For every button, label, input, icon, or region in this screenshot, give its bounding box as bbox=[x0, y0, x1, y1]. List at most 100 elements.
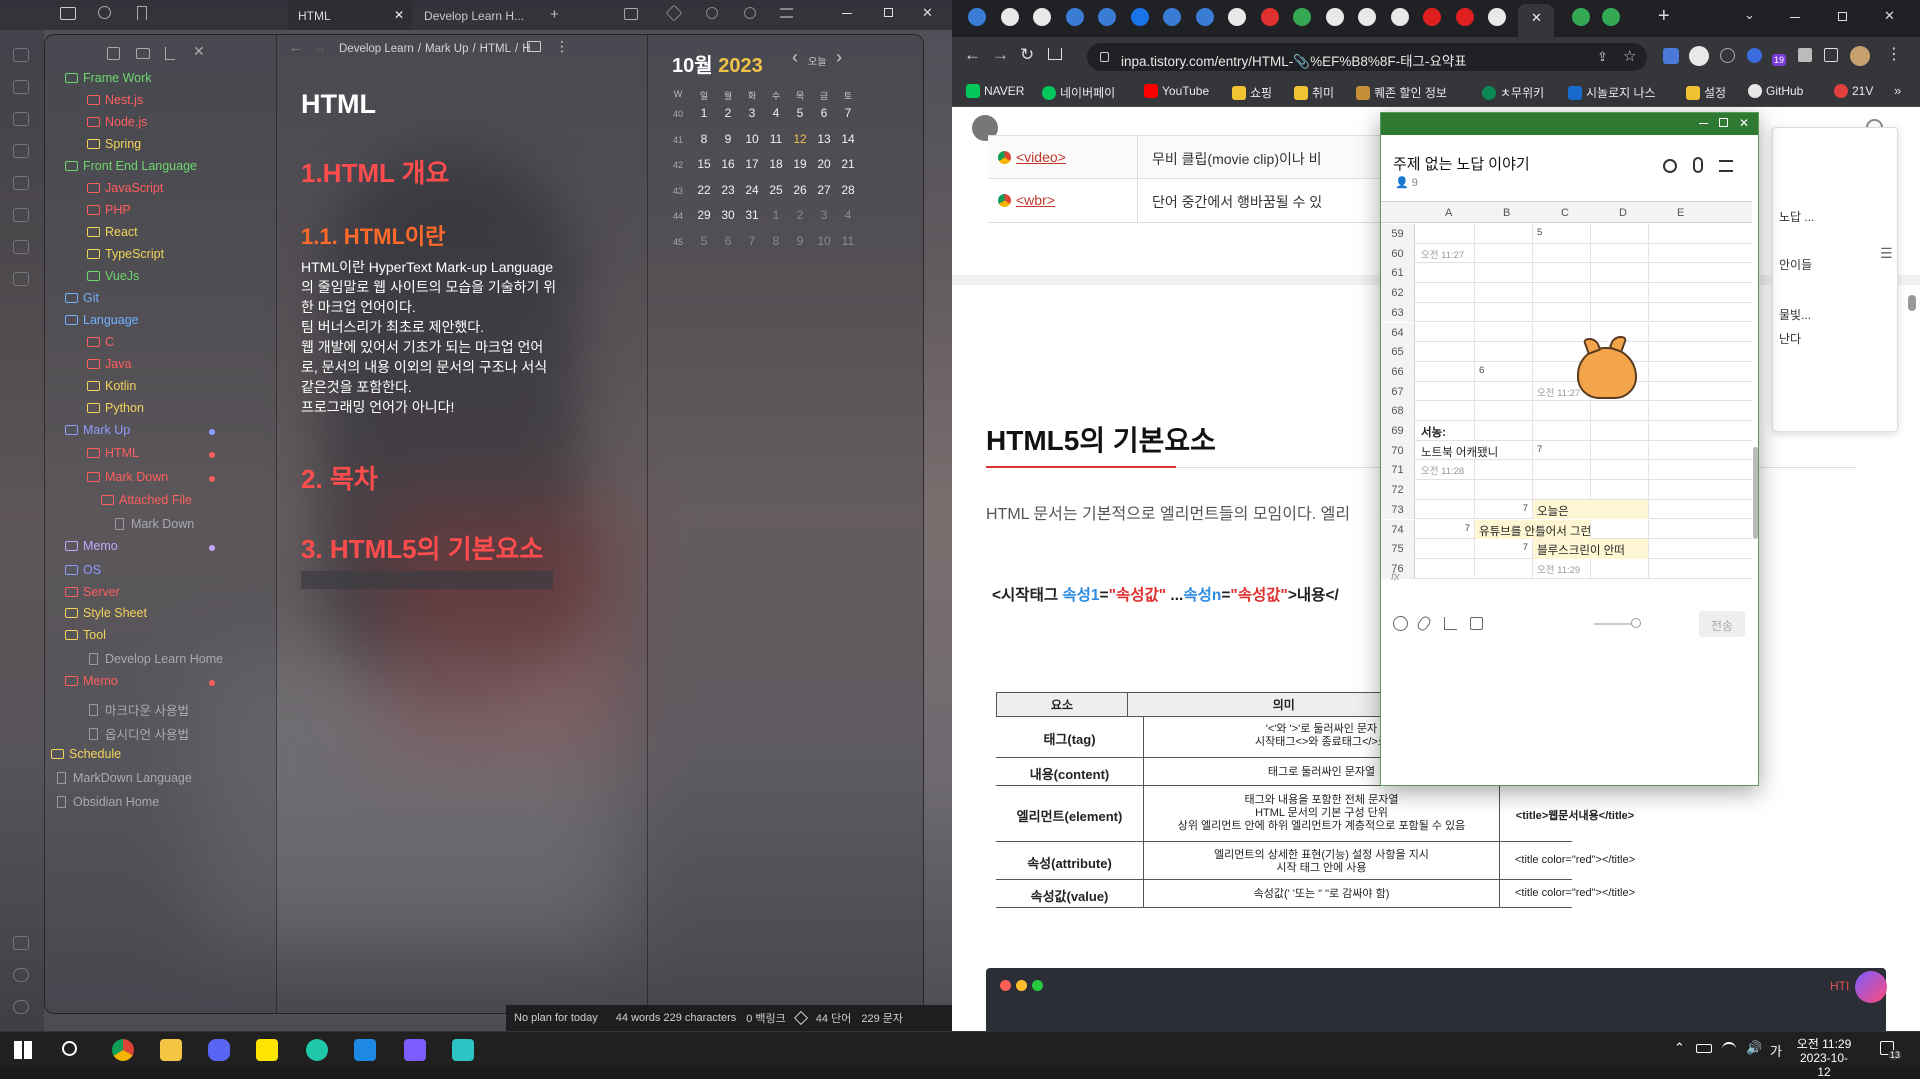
extension-icon[interactable] bbox=[1720, 48, 1735, 63]
tree-folder[interactable]: Git bbox=[65, 291, 99, 305]
profile-extension-icon[interactable] bbox=[1689, 46, 1709, 66]
calendar-day[interactable]: 27 bbox=[812, 183, 836, 197]
tree-folder[interactable]: Kotlin bbox=[87, 379, 136, 393]
tree-folder[interactable]: Language bbox=[65, 313, 139, 327]
tree-folder[interactable]: Java bbox=[87, 357, 131, 371]
obsidian-taskbar-icon[interactable] bbox=[404, 1039, 426, 1061]
calendar-day[interactable]: 7 bbox=[836, 106, 860, 120]
tree-folder[interactable]: Frame Work bbox=[65, 71, 152, 85]
breadcrumb-item[interactable]: Develop Learn bbox=[339, 43, 414, 55]
tree-folder[interactable]: C bbox=[87, 335, 114, 349]
calendar-day[interactable]: 9 bbox=[788, 234, 812, 248]
calendar-day[interactable]: 30 bbox=[716, 208, 740, 222]
calendar-day[interactable]: 5 bbox=[788, 106, 812, 120]
cursor-line[interactable] bbox=[301, 571, 553, 589]
app-taskbar-icon[interactable] bbox=[306, 1039, 328, 1061]
speaker-icon[interactable] bbox=[1470, 617, 1483, 630]
tab-develop-learn[interactable]: Develop Learn H... bbox=[414, 0, 544, 30]
calendar-day[interactable]: 9 bbox=[716, 132, 740, 146]
tree-folder[interactable]: Schedule bbox=[51, 747, 121, 761]
search-icon[interactable] bbox=[1663, 159, 1677, 173]
document-icon[interactable] bbox=[13, 272, 29, 286]
tab-favicon-icon[interactable] bbox=[1390, 8, 1409, 26]
history-icon[interactable] bbox=[744, 7, 756, 19]
new-note-icon[interactable] bbox=[107, 47, 120, 60]
tab-html[interactable]: HTML ✕ bbox=[288, 0, 412, 30]
maximize-icon[interactable] bbox=[1719, 118, 1728, 127]
discord-taskbar-icon[interactable] bbox=[208, 1039, 230, 1061]
settings-icon[interactable] bbox=[13, 1000, 29, 1014]
tree-file[interactable]: 마크다운 사용법 bbox=[89, 700, 189, 719]
avatar[interactable] bbox=[1850, 46, 1870, 66]
tab-favicon-icon[interactable] bbox=[1228, 8, 1246, 26]
pen-icon[interactable] bbox=[665, 4, 683, 22]
breadcrumb-item[interactable]: HTML bbox=[480, 43, 511, 55]
tree-folder[interactable]: JavaScript bbox=[87, 181, 163, 195]
chrome-menu-icon[interactable]: ⋮ bbox=[1886, 44, 1902, 64]
windows-start-icon[interactable] bbox=[14, 1041, 32, 1059]
minimize-icon[interactable] bbox=[842, 13, 852, 14]
calendar-day[interactable]: 11 bbox=[836, 234, 860, 248]
bookmark-youtube[interactable]: YouTube bbox=[1144, 84, 1209, 98]
emoji-icon[interactable] bbox=[1393, 616, 1408, 631]
help-icon[interactable] bbox=[13, 968, 29, 982]
new-tab-icon[interactable]: + bbox=[550, 6, 559, 23]
minimize-icon[interactable] bbox=[1790, 17, 1800, 18]
tab-favicon-icon[interactable] bbox=[1488, 8, 1506, 26]
calendar-day[interactable]: 8 bbox=[692, 132, 716, 146]
tree-folder[interactable]: Memo bbox=[65, 674, 118, 688]
list-icon[interactable]: ☰ bbox=[1880, 245, 1893, 262]
tree-folder[interactable]: Front End Language bbox=[65, 159, 197, 173]
tree-file[interactable]: 옵시디언 사용법 bbox=[89, 724, 189, 743]
scrollbar-thumb[interactable] bbox=[1908, 295, 1916, 311]
maximize-icon[interactable] bbox=[884, 8, 893, 17]
ime-indicator[interactable]: 가 bbox=[1770, 1041, 1782, 1060]
calendar-day[interactable]: 18 bbox=[764, 157, 788, 171]
notification-count[interactable]: 13 bbox=[1888, 1050, 1903, 1060]
search-icon[interactable] bbox=[98, 6, 111, 19]
tag-link[interactable]: <video> bbox=[1016, 149, 1066, 165]
tree-folder[interactable]: Mark Up bbox=[65, 423, 130, 437]
calendar-day[interactable]: 10 bbox=[740, 132, 764, 146]
calendar-day[interactable]: 15 bbox=[692, 157, 716, 171]
tab-favicon-icon[interactable] bbox=[968, 8, 986, 26]
tree-file[interactable]: Develop Learn Home bbox=[89, 652, 223, 666]
tree-folder[interactable]: Style Sheet bbox=[65, 606, 147, 620]
tree-folder[interactable]: Node.js bbox=[87, 115, 147, 129]
calendar-day[interactable]: 17 bbox=[740, 157, 764, 171]
terminal-icon[interactable] bbox=[13, 208, 29, 222]
calendar-day[interactable]: 13 bbox=[812, 132, 836, 146]
clock-time[interactable]: 오전 11:29 bbox=[1796, 1035, 1852, 1052]
app-taskbar-icon[interactable] bbox=[452, 1039, 474, 1061]
calendar-day[interactable]: 25 bbox=[764, 183, 788, 197]
share-icon[interactable]: ⇪ bbox=[1597, 49, 1608, 65]
calendar-day[interactable]: 1 bbox=[764, 208, 788, 222]
collapse-icon[interactable]: ✕ bbox=[193, 43, 205, 60]
calendar-day[interactable]: 20 bbox=[812, 157, 836, 171]
tree-folder[interactable]: Mark Down bbox=[87, 470, 168, 484]
breadcrumb-item[interactable]: Mark Up bbox=[425, 43, 468, 55]
close-window-icon[interactable]: ✕ bbox=[1739, 116, 1749, 130]
calendar-icon[interactable] bbox=[13, 144, 29, 158]
tab-favicon-icon[interactable] bbox=[1163, 8, 1181, 26]
tab-favicon-icon[interactable] bbox=[1293, 8, 1311, 26]
tab-favicon-icon[interactable] bbox=[1455, 8, 1474, 26]
status-backlinks[interactable]: 0 백링크 bbox=[746, 1010, 786, 1026]
check-extension-icon[interactable] bbox=[1747, 48, 1762, 63]
back-icon[interactable]: ← bbox=[964, 45, 981, 65]
tree-file[interactable]: MarkDown Language bbox=[57, 771, 192, 785]
tab-favicon-icon[interactable] bbox=[1000, 8, 1019, 26]
calendar-day[interactable]: 14 bbox=[836, 132, 860, 146]
files-icon[interactable] bbox=[60, 7, 76, 20]
reload-icon[interactable]: ↻ bbox=[1020, 45, 1034, 65]
puzzle-icon[interactable] bbox=[1798, 48, 1812, 62]
message-input[interactable] bbox=[1415, 551, 1755, 601]
bookmark-namuwiki[interactable]: ㅊ무위키 bbox=[1482, 84, 1544, 101]
graph-icon[interactable] bbox=[13, 48, 29, 62]
tree-file[interactable]: Mark Down bbox=[115, 517, 194, 531]
calendar-day[interactable]: 2 bbox=[716, 106, 740, 120]
close-tab-icon[interactable]: ✕ bbox=[1531, 10, 1542, 26]
calendar-day[interactable]: 19 bbox=[788, 157, 812, 171]
minimize-icon[interactable] bbox=[1699, 123, 1708, 124]
attach-icon[interactable] bbox=[1415, 614, 1433, 633]
